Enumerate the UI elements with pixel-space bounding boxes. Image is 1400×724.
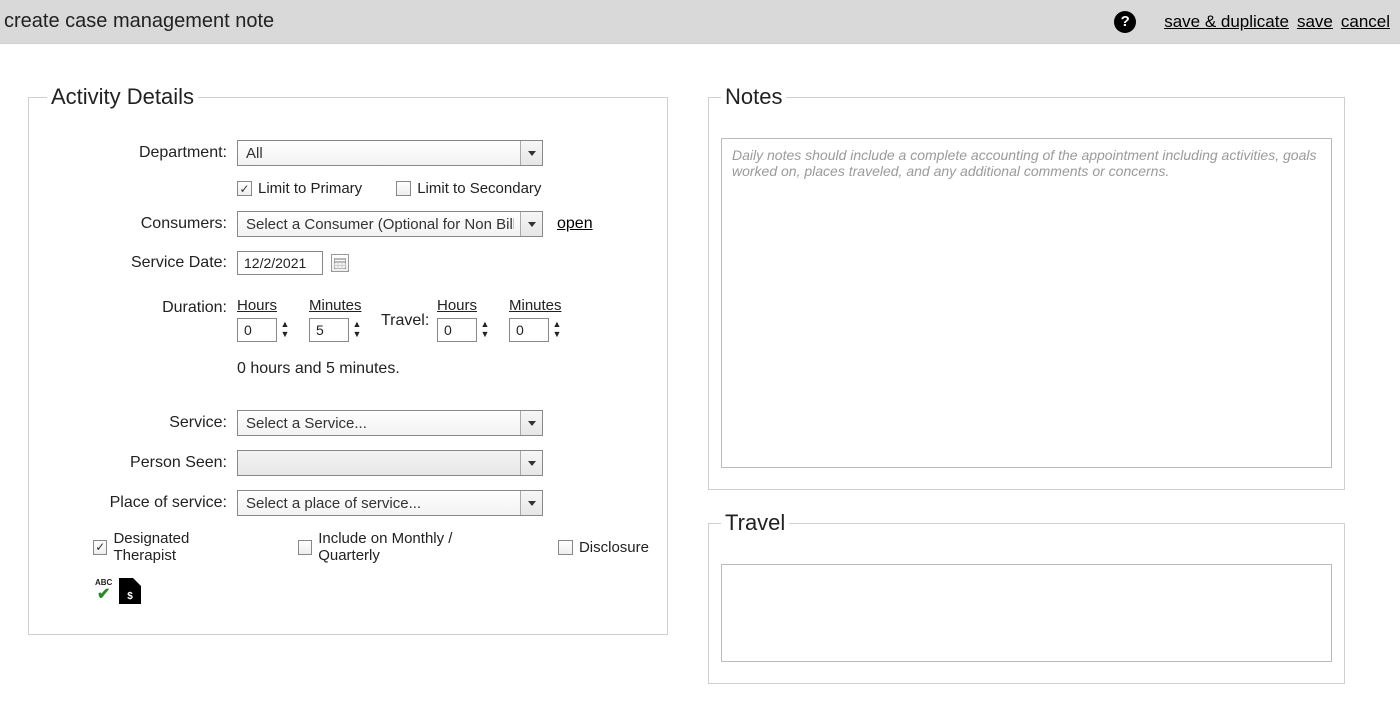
cancel-link[interactable]: cancel [1341,12,1390,32]
save-link[interactable]: save [1297,12,1333,32]
help-icon[interactable]: ? [1114,11,1136,33]
place-of-service-label: Place of service: [47,494,237,512]
chevron-down-icon [520,451,542,475]
travel-legend: Travel [721,510,789,536]
disclosure-checkbox[interactable]: Disclosure [558,539,649,556]
chevron-down-icon [520,141,542,165]
person-seen-label: Person Seen: [47,454,237,472]
notes-group: Notes [708,84,1345,490]
limit-primary-label: Limit to Primary [258,180,362,197]
activity-details-legend: Activity Details [47,84,198,110]
activity-details-group: Activity Details Department: All [28,84,668,635]
duration-hours-head: Hours [237,297,277,314]
travel-minutes-input[interactable] [509,318,549,342]
service-date-input[interactable] [237,251,323,275]
travel-label: Travel: [381,310,437,330]
chevron-down-icon [520,411,542,435]
billing-doc-icon[interactable]: $ [119,578,141,604]
checkbox-icon: ✓ [237,181,252,196]
spinner-down-icon[interactable]: ▼ [351,330,363,340]
page-title: create case management note [4,10,274,33]
travel-hours-head: Hours [437,297,477,314]
department-select[interactable]: All [237,140,543,166]
open-consumer-link[interactable]: open [557,215,593,233]
department-select-value: All [246,145,263,162]
chevron-down-icon [520,491,542,515]
duration-minutes-input[interactable] [309,318,349,342]
include-monthly-checkbox[interactable]: Include on Monthly / Quarterly [298,530,510,564]
page-header: create case management note ? save & dup… [0,0,1400,44]
travel-textarea[interactable] [721,564,1332,662]
duration-minutes-head: Minutes [309,297,362,314]
consumers-label: Consumers: [47,215,237,233]
spinner-down-icon[interactable]: ▼ [551,330,563,340]
duration-summary: 0 hours and 5 minutes. [237,360,400,378]
department-label: Department: [47,144,237,162]
duration-hours-input[interactable] [237,318,277,342]
checkbox-icon [298,540,312,555]
designated-therapist-label: Designated Therapist [113,530,249,564]
checkbox-icon [558,540,573,555]
checkbox-icon: ✓ [93,540,107,555]
spinner-down-icon[interactable]: ▼ [279,330,291,340]
limit-secondary-label: Limit to Secondary [417,180,541,197]
duration-label: Duration: [47,297,237,317]
limit-primary-checkbox[interactable]: ✓ Limit to Primary [237,180,362,197]
travel-minutes-head: Minutes [509,297,562,314]
notes-textarea[interactable] [721,138,1332,468]
limit-secondary-checkbox[interactable]: Limit to Secondary [396,180,541,197]
consumers-select[interactable]: Select a Consumer (Optional for Non Bill [237,211,543,237]
service-label: Service: [47,414,237,432]
notes-legend: Notes [721,84,786,110]
consumers-select-value: Select a Consumer (Optional for Non Bill [246,216,514,233]
service-date-label: Service Date: [47,254,237,272]
disclosure-label: Disclosure [579,539,649,556]
place-of-service-select-value: Select a place of service... [246,495,421,512]
service-select[interactable]: Select a Service... [237,410,543,436]
checkbox-icon [396,181,411,196]
travel-hours-input[interactable] [437,318,477,342]
spellcheck-icon[interactable]: ABC ✔ [93,578,119,604]
designated-therapist-checkbox[interactable]: ✓ Designated Therapist [93,530,250,564]
save-and-duplicate-link[interactable]: save & duplicate [1164,12,1289,32]
person-seen-select[interactable] [237,450,543,476]
chevron-down-icon [520,212,542,236]
travel-group: Travel [708,510,1345,684]
service-select-value: Select a Service... [246,415,367,432]
include-monthly-label: Include on Monthly / Quarterly [318,530,510,564]
spinner-down-icon[interactable]: ▼ [479,330,491,340]
calendar-icon[interactable] [331,254,349,272]
place-of-service-select[interactable]: Select a place of service... [237,490,543,516]
